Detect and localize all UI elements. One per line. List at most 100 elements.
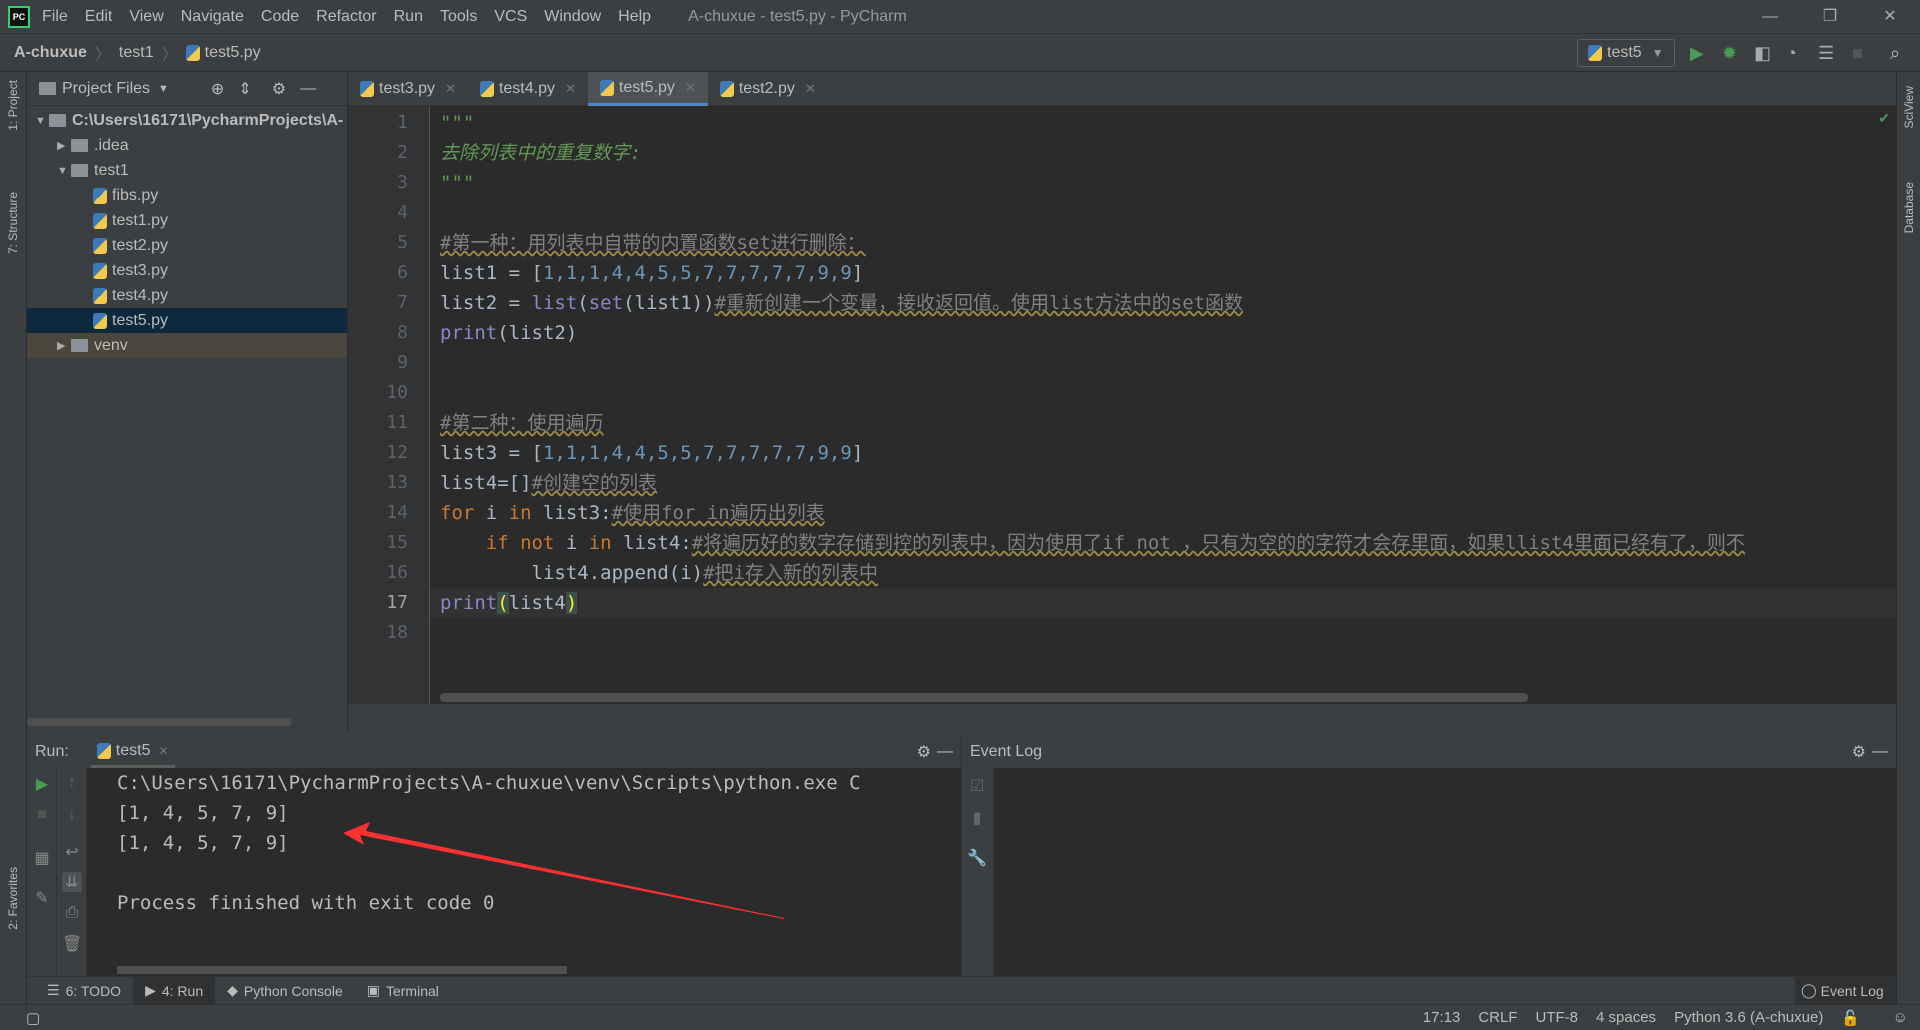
scroll-to-end-icon[interactable]: ⇊ bbox=[62, 872, 82, 892]
restore-button[interactable]: ❐ bbox=[1800, 0, 1860, 34]
toggle-tool-windows-icon[interactable]: ▢ bbox=[26, 1009, 40, 1027]
coverage-icon[interactable]: ◧ bbox=[1754, 43, 1771, 64]
code-line[interactable]: for i in list3:#使用for in遍历出列表 bbox=[440, 498, 825, 528]
menu-help[interactable]: Help bbox=[618, 8, 651, 26]
tree-item[interactable]: test3.py bbox=[27, 258, 347, 283]
indent-setting[interactable]: 4 spaces bbox=[1596, 1009, 1656, 1026]
tree-item[interactable]: test1.py bbox=[27, 208, 347, 233]
tree-item[interactable]: test2.py bbox=[27, 233, 347, 258]
breadcrumb-project[interactable]: A-chuxue bbox=[14, 44, 87, 62]
code-line[interactable]: #第一种：用列表中自带的内置函数set进行删除： bbox=[440, 228, 866, 258]
menu-run[interactable]: Run bbox=[394, 8, 423, 26]
tree-item[interactable]: ▶ .idea bbox=[27, 133, 347, 158]
close-tab-icon[interactable]: ✕ bbox=[565, 81, 576, 97]
run-tab-test5[interactable]: test5 ✕ bbox=[90, 736, 175, 768]
gear-icon[interactable]: ⚙ bbox=[1852, 742, 1866, 762]
tree-item[interactable]: ▶ venv bbox=[27, 333, 347, 358]
wrench-icon[interactable]: 🔧 bbox=[967, 848, 987, 868]
code-line[interactable]: print(list4) bbox=[440, 588, 578, 618]
code-line[interactable]: print(list2) bbox=[440, 318, 577, 348]
editor-horizontal-scrollbar[interactable] bbox=[440, 693, 1528, 702]
event-log-button[interactable]: ◯ Event Log bbox=[1795, 977, 1896, 1004]
mark-read-icon[interactable]: ☑ bbox=[967, 776, 987, 796]
close-tab-icon[interactable]: ✕ bbox=[685, 80, 696, 96]
menu-vcs[interactable]: VCS bbox=[494, 8, 527, 26]
up-arrow-icon[interactable]: ↑ bbox=[62, 774, 82, 792]
hide-icon[interactable]: — bbox=[937, 743, 953, 761]
collapsed-arrow-icon[interactable]: ▶ bbox=[57, 339, 71, 352]
chevron-down-icon[interactable]: ▼ bbox=[158, 83, 169, 95]
hide-icon[interactable]: — bbox=[300, 80, 316, 98]
file-encoding[interactable]: UTF-8 bbox=[1536, 1009, 1579, 1026]
tree-item[interactable]: ▼ test1 bbox=[27, 158, 347, 183]
tab-test5[interactable]: test5.py ✕ bbox=[587, 72, 708, 106]
code-editor[interactable]: 1 2 3 4 5 6 7 8 9 10 11 12 13 14 15 16 17 18 """ 去除列表中的重复数… bbox=[348, 106, 1896, 704]
tool-tab-pythonconsole[interactable]: ◆ Python Console bbox=[215, 977, 355, 1005]
code-line[interactable]: list4.append(i)#把i存入新的列表中 bbox=[440, 558, 879, 588]
tree-item[interactable]: ▼ C:\Users\16171\PycharmProjects\A- bbox=[27, 108, 347, 133]
pin-icon[interactable]: ✎ bbox=[32, 888, 52, 908]
profile-icon[interactable]: ◔ bbox=[1786, 43, 1797, 64]
interpreter[interactable]: Python 3.6 (A-chuxue) bbox=[1674, 1009, 1823, 1026]
gear-icon[interactable]: ⚙ bbox=[917, 742, 931, 762]
layout-icon[interactable]: ▦ bbox=[32, 848, 52, 868]
soft-wrap-icon[interactable]: ↩ bbox=[62, 842, 82, 862]
code-line[interactable]: if not i in list4:#将遍历好的数字存储到控的列表中，因为使用了… bbox=[440, 528, 1745, 558]
breadcrumb-file[interactable]: test5.py bbox=[205, 44, 261, 62]
code-line[interactable]: list3 = [1,1,1,4,4,5,5,7,7,7,7,7,9,9] bbox=[440, 438, 863, 468]
gear-icon[interactable]: ⚙ bbox=[272, 79, 286, 99]
console-output[interactable]: C:\Users\16171\PycharmProjects\A-chuxue\… bbox=[117, 768, 861, 918]
down-arrow-icon[interactable]: ↓ bbox=[62, 806, 82, 824]
menu-edit[interactable]: Edit bbox=[85, 8, 113, 26]
trash-icon[interactable]: 🗑 bbox=[62, 934, 82, 954]
tool-tab-run[interactable]: ▶ 4: Run bbox=[133, 976, 216, 1005]
code-line[interactable]: 去除列表中的重复数字: bbox=[440, 138, 641, 168]
console-scrollbar[interactable] bbox=[117, 966, 567, 974]
breadcrumb-folder[interactable]: test1 bbox=[119, 44, 154, 62]
tab-test4[interactable]: test4.py ✕ bbox=[468, 72, 588, 106]
collapse-all-icon[interactable]: ⇕ bbox=[238, 79, 251, 99]
menu-refactor[interactable]: Refactor bbox=[316, 8, 376, 26]
tree-item[interactable]: fibs.py bbox=[27, 183, 347, 208]
run-icon[interactable]: ▶ bbox=[1690, 43, 1704, 64]
stop-icon[interactable]: ■ bbox=[32, 806, 52, 824]
debug-icon[interactable]: ✹ bbox=[1722, 43, 1737, 64]
tab-test2[interactable]: test2.py ✕ bbox=[708, 72, 828, 106]
collapsed-arrow-icon[interactable]: ▶ bbox=[57, 139, 71, 152]
lock-icon[interactable]: 🔓 bbox=[1841, 1009, 1860, 1027]
sciview-tool-button[interactable]: SciView bbox=[1902, 86, 1916, 128]
project-tool-button[interactable]: 1: Project bbox=[6, 80, 20, 131]
database-tool-button[interactable]: Database bbox=[1902, 182, 1916, 233]
expanded-arrow-icon[interactable]: ▼ bbox=[35, 115, 49, 127]
code-line[interactable]: list4=[]#创建空的列表 bbox=[440, 468, 657, 498]
search-icon[interactable]: ⌕ bbox=[1890, 43, 1900, 64]
minimize-button[interactable]: — bbox=[1740, 0, 1800, 34]
hide-icon[interactable]: — bbox=[1872, 743, 1888, 761]
menu-tools[interactable]: Tools bbox=[440, 8, 477, 26]
structure-tool-button[interactable]: 7: Structure bbox=[6, 192, 20, 254]
caret-position[interactable]: 17:13 bbox=[1423, 1009, 1461, 1026]
trash-icon[interactable]: ▮ bbox=[967, 808, 987, 828]
locate-icon[interactable]: ⊕ bbox=[211, 79, 224, 99]
inspector-icon[interactable]: ☺ bbox=[1893, 1009, 1908, 1026]
tab-test3[interactable]: test3.py ✕ bbox=[348, 72, 468, 106]
rerun-icon[interactable]: ▶ bbox=[32, 774, 52, 794]
menu-view[interactable]: View bbox=[129, 8, 163, 26]
tool-tab-todo[interactable]: ☰ 6: TODO bbox=[35, 977, 133, 1005]
code-line[interactable]: """ bbox=[440, 168, 474, 198]
concurrency-icon[interactable]: ☰ bbox=[1818, 43, 1834, 64]
menu-window[interactable]: Window bbox=[544, 8, 601, 26]
tool-tab-terminal[interactable]: ▣ Terminal bbox=[355, 977, 451, 1005]
code-line[interactable]: list1 = [1,1,1,4,4,5,5,7,7,7,7,7,9,9] bbox=[440, 258, 863, 288]
project-scrollbar[interactable] bbox=[27, 718, 292, 726]
menu-file[interactable]: File bbox=[42, 8, 68, 26]
close-tab-icon[interactable]: ✕ bbox=[445, 81, 456, 97]
run-config-dropdown[interactable]: test5 ▼ bbox=[1577, 39, 1675, 67]
tree-item[interactable]: test5.py bbox=[27, 308, 347, 333]
stop-icon[interactable]: ■ bbox=[1852, 43, 1863, 64]
close-button[interactable]: ✕ bbox=[1860, 0, 1920, 34]
menu-navigate[interactable]: Navigate bbox=[181, 8, 244, 26]
expanded-arrow-icon[interactable]: ▼ bbox=[57, 165, 71, 177]
tree-item[interactable]: test4.py bbox=[27, 283, 347, 308]
close-tab-icon[interactable]: ✕ bbox=[158, 744, 168, 758]
